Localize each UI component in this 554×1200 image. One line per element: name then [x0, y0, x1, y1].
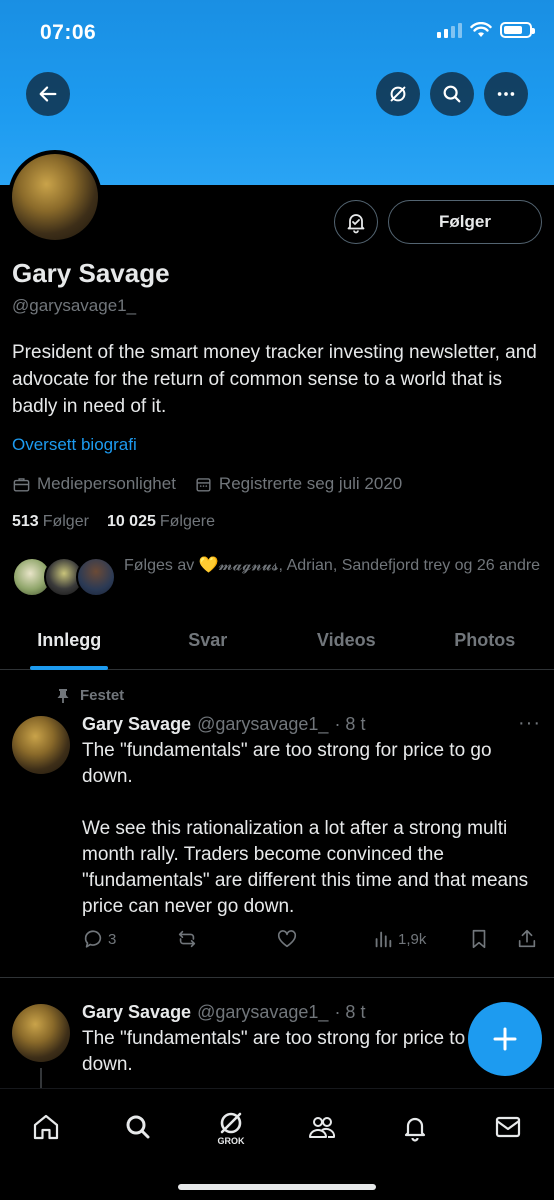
tab-posts[interactable]: Innlegg	[0, 620, 139, 669]
post-author-handle: @garysavage1_	[197, 1002, 329, 1022]
profile-tabs: Innlegg Svar Videos Photos	[0, 620, 554, 670]
category-label: Mediepersonlighet	[37, 474, 176, 493]
joined-label: Registrerte seg juli 2020	[218, 474, 403, 493]
post-actions: 3 1,9k	[82, 928, 542, 954]
more-options-button[interactable]	[484, 72, 528, 116]
follow-counts: 513 Følger 10 025 Følgere	[12, 513, 215, 531]
grok-icon	[390, 86, 406, 102]
views-icon	[375, 931, 392, 948]
like-icon	[277, 930, 297, 948]
calendar-icon	[196, 477, 211, 492]
reply-count: 3	[108, 930, 117, 948]
reply-icon	[84, 930, 102, 948]
profile-meta: Mediepersonlighet Registrerte seg juli 2…	[12, 474, 402, 494]
views-button[interactable]: 1,9k	[372, 928, 426, 950]
following-count-link[interactable]: 513 Følger	[12, 513, 89, 531]
post-avatar[interactable]	[12, 716, 70, 774]
repost-button[interactable]	[176, 928, 198, 950]
status-time: 07:06	[40, 21, 97, 44]
profile-category: Mediepersonlighet	[12, 474, 176, 494]
nav-home[interactable]	[24, 1105, 68, 1149]
thread-line	[40, 1068, 42, 1090]
post-time: · 8 t	[334, 714, 366, 734]
back-arrow-icon	[39, 86, 57, 102]
tab-videos[interactable]: Videos	[277, 620, 416, 669]
post-time: · 8 t	[334, 1002, 366, 1022]
pinned-label: Festet	[80, 687, 125, 704]
pinned-indicator: Festet	[56, 687, 124, 704]
post-divider	[0, 977, 554, 978]
mail-icon	[495, 1116, 521, 1138]
briefcase-icon	[13, 477, 30, 492]
grok-label: GROK	[217, 1136, 245, 1146]
follower-avatar	[76, 557, 116, 597]
share-icon	[518, 929, 536, 948]
bookmark-button[interactable]	[468, 928, 490, 950]
like-button[interactable]	[276, 928, 298, 950]
following-button[interactable]: Følger	[388, 200, 542, 244]
bookmark-icon	[472, 929, 486, 949]
search-icon	[126, 1115, 150, 1139]
views-count: 1,9k	[398, 930, 427, 948]
post-author-handle: @garysavage1_	[197, 714, 329, 734]
compose-post-button[interactable]	[468, 1002, 542, 1076]
followed-by-avatars[interactable]	[12, 554, 118, 598]
profile-joined: Registrerte seg juli 2020	[194, 474, 402, 494]
status-icons	[437, 22, 535, 38]
status-bar: 07:06	[0, 0, 554, 64]
post-header: Gary Savage @garysavage1_ · 8 t	[82, 1002, 365, 1023]
profile-bio: President of the smart money tracker inv…	[12, 342, 537, 417]
home-indicator	[178, 1184, 376, 1190]
back-button[interactable]	[26, 72, 70, 116]
post-text[interactable]: The "fundamentals" are too strong for pr…	[82, 738, 542, 920]
reply-button[interactable]: 3	[82, 928, 116, 950]
plus-icon	[493, 1027, 517, 1051]
wifi-icon	[470, 22, 492, 37]
people-icon	[309, 1117, 336, 1138]
nav-grok[interactable]: GROK	[209, 1105, 253, 1149]
nav-search[interactable]	[116, 1105, 160, 1149]
more-icon	[497, 92, 515, 96]
tab-replies[interactable]: Svar	[139, 620, 278, 669]
post-header: Gary Savage @garysavage1_ · 8 t	[82, 714, 365, 735]
followed-by-text[interactable]: Følges av 💛𝓶𝓪𝓰𝓷𝓾𝓼, Adrian, Sandefjord tr…	[124, 553, 542, 578]
profile-avatar[interactable]	[8, 150, 102, 244]
nav-messages[interactable]	[486, 1105, 530, 1149]
search-icon	[443, 85, 461, 103]
post-author-name[interactable]: Gary Savage	[82, 714, 191, 735]
translate-bio-link[interactable]: Oversett biografi	[12, 435, 137, 455]
home-icon	[33, 1114, 59, 1140]
grok-icon	[220, 1112, 242, 1134]
profile-name: Gary Savage	[12, 258, 170, 288]
repost-icon	[178, 930, 196, 948]
post-more-button[interactable]: ···	[518, 712, 541, 735]
search-button[interactable]	[430, 72, 474, 116]
grok-profile-button[interactable]	[376, 72, 420, 116]
share-button[interactable]	[516, 928, 538, 950]
notifications-toggle-button[interactable]	[334, 200, 378, 244]
post-avatar[interactable]	[12, 1004, 70, 1062]
pin-icon	[57, 688, 69, 703]
nav-communities[interactable]	[300, 1105, 344, 1149]
followers-count-link[interactable]: 10 025 Følgere	[107, 513, 215, 531]
cellular-signal-icon	[437, 22, 462, 38]
battery-icon	[500, 22, 535, 38]
nav-notifications[interactable]	[393, 1105, 437, 1149]
tab-photos[interactable]: Photos	[416, 620, 554, 669]
bell-icon	[347, 214, 365, 234]
profile-handle: @garysavage1_	[12, 296, 137, 315]
notifications-icon	[404, 1117, 426, 1142]
post-author-name[interactable]: Gary Savage	[82, 1002, 191, 1023]
